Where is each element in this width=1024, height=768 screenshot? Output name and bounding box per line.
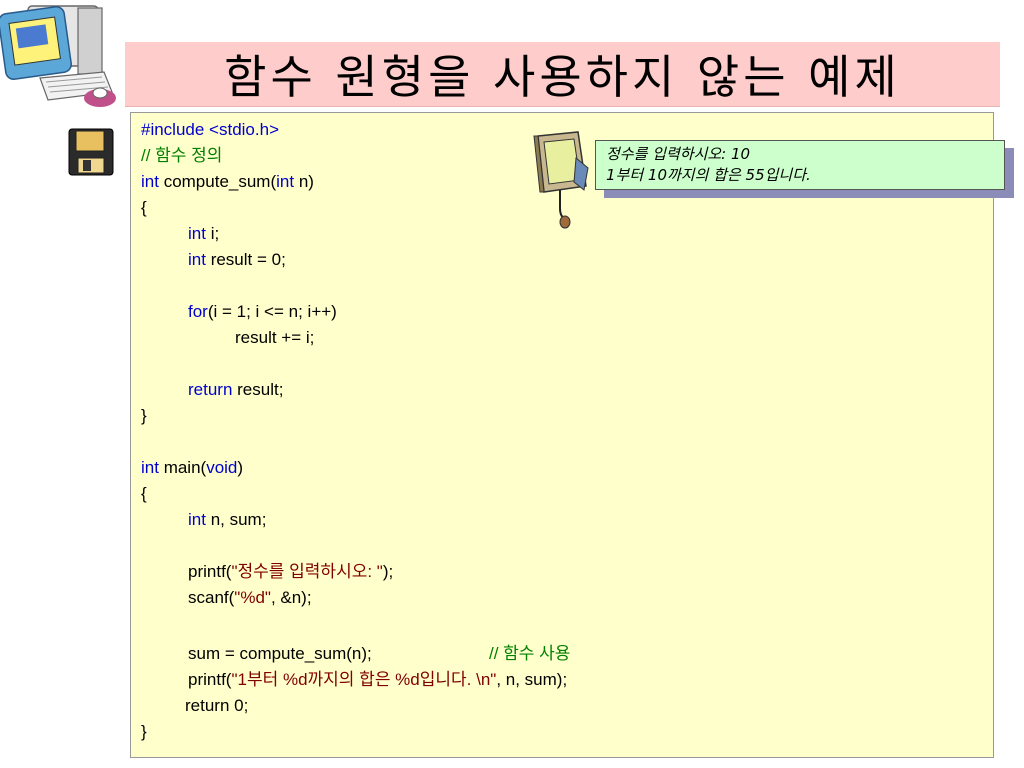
code-line-main-brace-close: } <box>141 719 147 745</box>
code-line-sum: sum = compute_sum(n); <box>188 641 372 667</box>
variable-decl: i; <box>205 224 220 243</box>
comment-function-use: // 함수 사용 <box>489 644 571 663</box>
for-header: (i = 1; i <= n; i++) <box>207 302 337 321</box>
keyword-int: int <box>141 172 159 191</box>
call-end: , n, sum); <box>496 670 568 689</box>
code-line-comment-use: // 함수 사용 <box>489 641 570 667</box>
code-line-brace-close: } <box>141 403 147 429</box>
program-output-box: 정수를 입력하시오: 10 1부터 10까지의 합은 55입니다. <box>595 140 1005 190</box>
code-line-scanf: scanf("%d", &n); <box>188 585 312 611</box>
return-statement: return 0; <box>185 696 249 715</box>
variable-decl: n, sum; <box>205 510 267 529</box>
paren-close: ) <box>237 458 244 477</box>
string-literal: "%d" <box>234 588 271 607</box>
keyword-int: int <box>141 458 159 477</box>
keyword-int: int <box>188 250 206 269</box>
computer-clipart <box>0 5 116 107</box>
printf-call: printf( <box>188 562 232 581</box>
code-line-return: return result; <box>188 377 283 403</box>
code-line-comment-def: // 함수 정의 <box>141 143 222 169</box>
code-line-return0: return 0; <box>185 693 248 719</box>
comment-function-definition: // 함수 정의 <box>141 146 223 165</box>
code-line-include: #include <stdio.h> <box>141 117 279 143</box>
string-literal: "정수를 입력하시오: " <box>231 562 383 581</box>
brace-open: { <box>141 198 147 217</box>
keyword-void: void <box>206 458 238 477</box>
keyword-int: int <box>188 224 206 243</box>
code-line-printf2: printf("1부터 %d까지의 합은 %d입니다. \n", n, sum)… <box>188 667 567 693</box>
call-end: , &n); <box>270 588 312 607</box>
scanf-call: scanf( <box>188 588 235 607</box>
brace-close: } <box>141 722 147 741</box>
keyword-int: int <box>276 172 295 191</box>
output-line-result: 1부터 10까지의 합은 55입니다. <box>606 166 811 184</box>
code-line-signature: int compute_sum(int n) <box>141 169 314 195</box>
code-line-decl-i: int i; <box>188 221 219 247</box>
parameter: n) <box>294 172 314 191</box>
printf-call: printf( <box>188 670 232 689</box>
function-name: compute_sum( <box>158 172 277 191</box>
code-line-decl-result: int result = 0; <box>188 247 286 273</box>
monitor-clipart <box>533 131 589 229</box>
keyword-for: for <box>188 302 208 321</box>
slide-title: 함수 원형을 사용하지 않는 예제 <box>224 50 901 104</box>
code-line-main: int main(void) <box>141 455 243 481</box>
return-value: result; <box>232 380 284 399</box>
code-line-accum: result += i; <box>235 325 314 351</box>
variable-decl: result = 0; <box>205 250 286 269</box>
code-line-printf1: printf("정수를 입력하시오: "); <box>188 559 393 585</box>
code-line-brace: { <box>141 195 147 221</box>
sum-assignment: sum = compute_sum(n); <box>188 644 372 663</box>
main-function-name: main( <box>158 458 207 477</box>
keyword-return: return <box>188 380 233 399</box>
string-literal: "1부터 %d까지의 합은 %d입니다. \n" <box>231 670 497 689</box>
brace-open: { <box>141 484 147 503</box>
code-line-main-brace: { <box>141 481 147 507</box>
include-directive: #include <stdio.h> <box>141 120 279 139</box>
brace-close: } <box>141 406 147 425</box>
code-line-for: for(i = 1; i <= n; i++) <box>188 299 337 325</box>
floppy-disk-icon <box>68 128 114 176</box>
accumulate-statement: result += i; <box>235 328 315 347</box>
slide-title-bar: 함수 원형을 사용하지 않는 예제 <box>125 42 1000 107</box>
code-line-decl-n: int n, sum; <box>188 507 266 533</box>
call-end: ); <box>382 562 394 581</box>
output-line-prompt: 정수를 입력하시오: 10 <box>606 145 751 163</box>
keyword-int: int <box>188 510 206 529</box>
